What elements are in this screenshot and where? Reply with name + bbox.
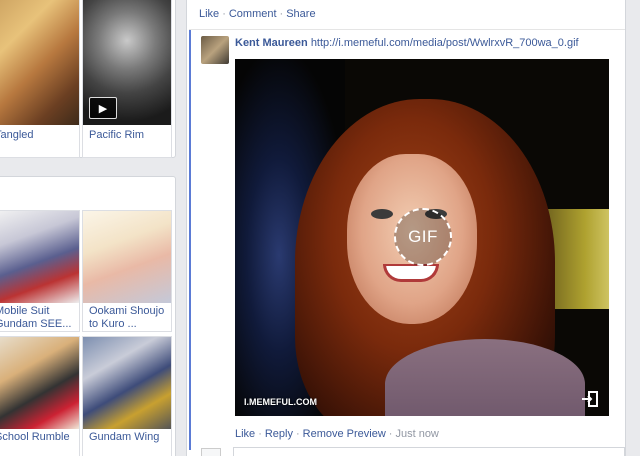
- book-cover[interactable]: [0, 211, 79, 303]
- reply-input[interactable]: [233, 447, 625, 456]
- reply-avatar: [201, 448, 221, 456]
- separator: ·: [295, 428, 300, 440]
- like-link[interactable]: Like: [199, 8, 219, 20]
- gif-figure-body: [385, 339, 585, 416]
- book-tile-mobile-suit[interactable]: Mobile Suit Gundam SEE...: [0, 210, 80, 332]
- avatar[interactable]: [201, 36, 229, 64]
- play-icon[interactable]: ▶: [89, 97, 117, 119]
- comment-text: Kent Maureen http://i.memeful.com/media/…: [235, 37, 579, 50]
- comment-like-link[interactable]: Like: [235, 428, 255, 440]
- separator: ·: [222, 8, 226, 20]
- book-cover[interactable]: [83, 337, 171, 429]
- book-title-line1: Mobile Suit: [0, 305, 50, 317]
- external-link-icon[interactable]: [581, 390, 599, 408]
- comment: Kent Maureen http://i.memeful.com/media/…: [189, 30, 625, 450]
- comment-url[interactable]: http://i.memeful.com/media/post/WwlrxvR_…: [311, 37, 579, 49]
- book-title[interactable]: Mobile Suit Gundam SEE...: [0, 305, 79, 331]
- separator: ·: [279, 8, 284, 20]
- comment-timestamp[interactable]: Just now: [395, 428, 438, 440]
- movie-title[interactable]: Tangled: [0, 129, 79, 142]
- book-title[interactable]: Gundam Wing: [83, 431, 171, 444]
- book-title[interactable]: School Rumble: [0, 431, 79, 444]
- movie-title[interactable]: Pacific Rim: [83, 129, 171, 142]
- comment-actions: Like · Reply · Remove Preview · Just now: [235, 428, 439, 440]
- book-cover[interactable]: [83, 211, 171, 303]
- book-tile-gundam-wing[interactable]: Gundam Wing: [82, 336, 172, 456]
- page-background: [626, 0, 640, 456]
- comment-author[interactable]: Kent Maureen: [235, 37, 308, 49]
- movie-cover[interactable]: [0, 0, 79, 125]
- separator: ·: [258, 428, 262, 440]
- gif-preview[interactable]: GIF I.MEMEFUL.COM: [235, 59, 609, 416]
- movie-tile-tangled[interactable]: Tangled: [0, 0, 80, 158]
- watermark: I.MEMEFUL.COM: [244, 397, 317, 407]
- comment-link[interactable]: Comment: [229, 8, 277, 20]
- remove-preview-link[interactable]: Remove Preview: [303, 428, 386, 440]
- share-link[interactable]: Share: [286, 8, 315, 20]
- movie-cover[interactable]: ▶: [83, 0, 171, 125]
- book-title-line2: Gundam SEE...: [0, 318, 72, 330]
- gif-figure-eye: [371, 209, 393, 219]
- gif-play-badge[interactable]: GIF: [394, 208, 452, 266]
- book-tile-ookami-shoujo[interactable]: Ookami Shoujo to Kuro ...: [82, 210, 172, 332]
- book-title-line1: Ookami Shoujo: [89, 305, 165, 317]
- book-title[interactable]: Ookami Shoujo to Kuro ...: [83, 305, 171, 331]
- post-actions: Like · Comment · Share: [199, 8, 316, 20]
- comment-reply-link[interactable]: Reply: [265, 428, 293, 440]
- book-cover[interactable]: [0, 337, 79, 429]
- movie-tile-pacific-rim[interactable]: ▶ Pacific Rim: [82, 0, 172, 158]
- book-tile-school-rumble[interactable]: School Rumble: [0, 336, 80, 456]
- book-title-line2: to Kuro ...: [89, 318, 137, 330]
